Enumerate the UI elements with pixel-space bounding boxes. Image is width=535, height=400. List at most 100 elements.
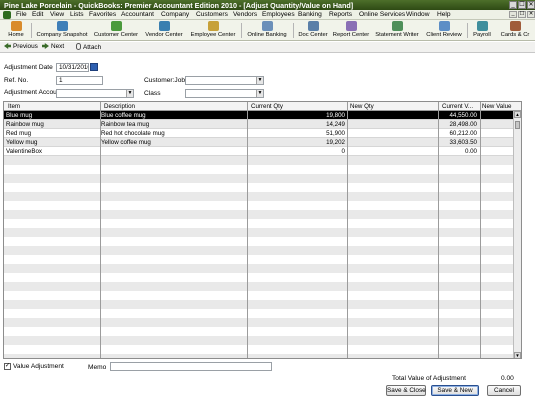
column-header-current-value[interactable]: Current V... — [442, 103, 473, 110]
client-review-button[interactable]: Client Review — [424, 21, 464, 40]
next-button[interactable]: Next — [42, 43, 64, 50]
scroll-up-icon[interactable]: ▲ — [514, 111, 521, 118]
title-bar: Pine Lake Porcelain - QuickBooks: Premie… — [0, 0, 535, 10]
chevron-down-icon[interactable]: ▼ — [256, 77, 263, 84]
column-divider[interactable] — [347, 102, 348, 358]
menu-vendors[interactable]: Vendors — [233, 11, 257, 18]
menu-window[interactable]: Window — [406, 11, 429, 18]
value-adjustment-checkbox[interactable]: ✓ — [4, 363, 11, 370]
report-center-button[interactable]: Report Center — [331, 21, 371, 40]
menu-edit[interactable]: Edit — [32, 11, 43, 18]
column-header-description[interactable]: Description — [104, 103, 135, 110]
total-value: 0.00 — [501, 375, 514, 382]
quickbooks-app-icon[interactable] — [3, 11, 11, 19]
previous-button[interactable]: Previous — [4, 43, 38, 50]
doc-center-button[interactable]: Doc Center — [296, 21, 330, 40]
grid-empty-row — [4, 336, 513, 345]
company-snapshot-button[interactable]: Company Snapshot — [34, 21, 90, 40]
grid-header: Item Description Current Qty New Qty Cur… — [4, 102, 521, 111]
grid-empty-row — [4, 228, 513, 237]
cell-item[interactable]: Rainbow mug — [6, 121, 44, 128]
grid-empty-row — [4, 174, 513, 183]
form-restore-button[interactable]: ☐ — [518, 11, 526, 18]
maximize-button[interactable]: ☐ — [518, 1, 526, 9]
column-divider[interactable] — [247, 102, 248, 358]
chevron-down-icon[interactable]: ▼ — [126, 90, 133, 97]
table-row[interactable]: ValentineBox 0 0.00 — [4, 147, 513, 156]
save-new-button[interactable]: Save & New — [431, 385, 479, 396]
vendor-center-button[interactable]: Vendor Center — [142, 21, 186, 40]
chevron-down-icon[interactable]: ▼ — [256, 90, 263, 97]
save-close-button[interactable]: Save & Close — [386, 385, 426, 396]
cancel-button[interactable]: Cancel — [487, 385, 521, 396]
menu-view[interactable]: View — [50, 11, 64, 18]
menu-file[interactable]: File — [16, 11, 27, 18]
cell-item[interactable]: ValentineBox — [6, 148, 42, 155]
scroll-thumb[interactable] — [515, 121, 520, 129]
attach-button[interactable]: Attach — [76, 43, 101, 51]
menu-employees[interactable]: Employees — [262, 11, 295, 18]
payroll-button[interactable]: Payroll — [470, 21, 494, 40]
menu-company[interactable]: Company — [161, 11, 189, 18]
grid-empty-row — [4, 156, 513, 165]
form-close-button[interactable]: ✕ — [527, 11, 535, 18]
cards-button[interactable]: Cards & Cr — [497, 21, 533, 40]
column-header-new-qty[interactable]: New Qty — [350, 103, 374, 110]
iconbar-separator — [293, 23, 294, 38]
home-button[interactable]: Home — [6, 21, 26, 40]
minimize-button[interactable]: _ — [509, 1, 517, 9]
table-row[interactable]: Yellow mug Yellow coffee mug 19,202 33,6… — [4, 138, 513, 147]
cell-item[interactable]: Yellow mug — [6, 139, 37, 146]
menu-lists[interactable]: Lists — [70, 11, 84, 18]
adjustment-date-label: Adjustment Date — [4, 64, 53, 71]
grid-empty-row — [4, 246, 513, 255]
cell-current-value: 28,498.00 — [449, 121, 477, 128]
form-toolbar: Previous Next Attach — [0, 42, 535, 53]
iconbar-separator — [467, 23, 468, 38]
menu-favorites[interactable]: Favorites — [89, 11, 116, 18]
column-header-new-value[interactable]: New Value — [482, 103, 511, 110]
next-arrow-icon — [42, 43, 49, 49]
cell-description[interactable]: Blue coffee mug — [101, 112, 146, 119]
table-row[interactable]: Rainbow mug Rainbow tea mug 14,249 28,49… — [4, 120, 513, 129]
column-header-current-qty[interactable]: Current Qty — [251, 103, 283, 110]
column-divider[interactable] — [480, 102, 481, 358]
menu-customers[interactable]: Customers — [196, 11, 228, 18]
class-dropdown[interactable]: ▼ — [185, 89, 264, 98]
cell-current-qty: 19,202 — [326, 139, 345, 146]
memo-field[interactable] — [110, 362, 272, 371]
form-minimize-button[interactable]: _ — [509, 11, 517, 18]
cell-item[interactable]: Red mug — [6, 130, 31, 137]
adjustment-date-field[interactable]: 10/31/2010 — [56, 63, 89, 72]
online-banking-button[interactable]: Online Banking — [244, 21, 290, 40]
calendar-icon[interactable] — [90, 63, 98, 71]
menu-banking[interactable]: Banking — [298, 11, 322, 18]
cell-item[interactable]: Blue mug — [6, 112, 32, 119]
column-divider[interactable] — [100, 102, 101, 358]
menu-accountant[interactable]: Accountant — [121, 11, 154, 18]
menu-reports[interactable]: Reports — [329, 11, 352, 18]
statement-writer-button[interactable]: Statement Writer — [373, 21, 421, 40]
ref-no-field[interactable]: 1 — [56, 76, 103, 85]
value-adjustment-label: Value Adjustment — [13, 363, 64, 370]
menu-online-services[interactable]: Online Services — [359, 11, 405, 18]
cell-description[interactable]: Red hot chocolate mug — [101, 130, 165, 137]
customer-center-button[interactable]: Customer Center — [92, 21, 140, 40]
close-button[interactable]: ✕ — [527, 1, 535, 9]
statement-writer-icon — [391, 21, 403, 31]
cell-description[interactable]: Yellow coffee mug — [101, 139, 151, 146]
client-review-icon — [438, 21, 450, 31]
adjustment-account-dropdown[interactable]: ▼ — [56, 89, 134, 98]
column-divider[interactable] — [438, 102, 439, 358]
table-row[interactable]: Red mug Red hot chocolate mug 51,900 60,… — [4, 129, 513, 138]
table-row[interactable]: Blue mug Blue coffee mug 19,800 44,550.0… — [4, 111, 513, 120]
cell-description[interactable]: Rainbow tea mug — [101, 121, 149, 128]
grid-scrollbar[interactable]: ▲ ▼ — [513, 111, 521, 358]
previous-arrow-icon — [4, 43, 11, 49]
scroll-down-icon[interactable]: ▼ — [514, 352, 521, 358]
doc-center-icon — [307, 21, 319, 31]
column-header-item[interactable]: Item — [8, 103, 20, 110]
customer-job-dropdown[interactable]: ▼ — [185, 76, 264, 85]
employee-center-button[interactable]: Employee Center — [188, 21, 238, 40]
menu-help[interactable]: Help — [437, 11, 451, 18]
